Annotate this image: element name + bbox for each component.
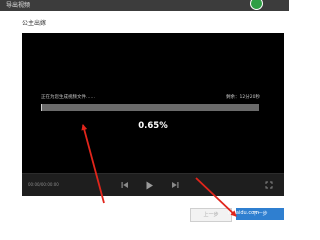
title-bar: 导出视频: [0, 0, 289, 11]
export-preview-panel: 正在为您生成视频文件…… 剩余：12分20秒 0.65% 00:00/00:00…: [22, 33, 284, 196]
export-progress-bar: [41, 104, 259, 111]
skip-forward-icon[interactable]: [168, 178, 182, 192]
watermark-text: n.baidu.com: [228, 210, 259, 216]
export-status-text: 正在为您生成视频文件……: [41, 95, 95, 100]
skip-back-icon[interactable]: [118, 178, 132, 192]
project-name-label: 公主出嫁: [22, 20, 47, 27]
remaining-time-text: 剩余：12分20秒: [226, 95, 260, 100]
window-title: 导出视频: [6, 2, 31, 9]
previous-step-button[interactable]: 上一步: [190, 208, 232, 222]
export-progress-fill: [41, 104, 43, 111]
play-icon[interactable]: [142, 178, 156, 192]
player-controls: 00:00/00:00:00: [22, 173, 284, 196]
progress-percent-label: 0.65%: [138, 121, 168, 131]
fullscreen-icon[interactable]: [262, 178, 276, 192]
playback-time: 00:00/00:00:00: [28, 182, 59, 187]
window-button-icon[interactable]: [250, 0, 263, 10]
